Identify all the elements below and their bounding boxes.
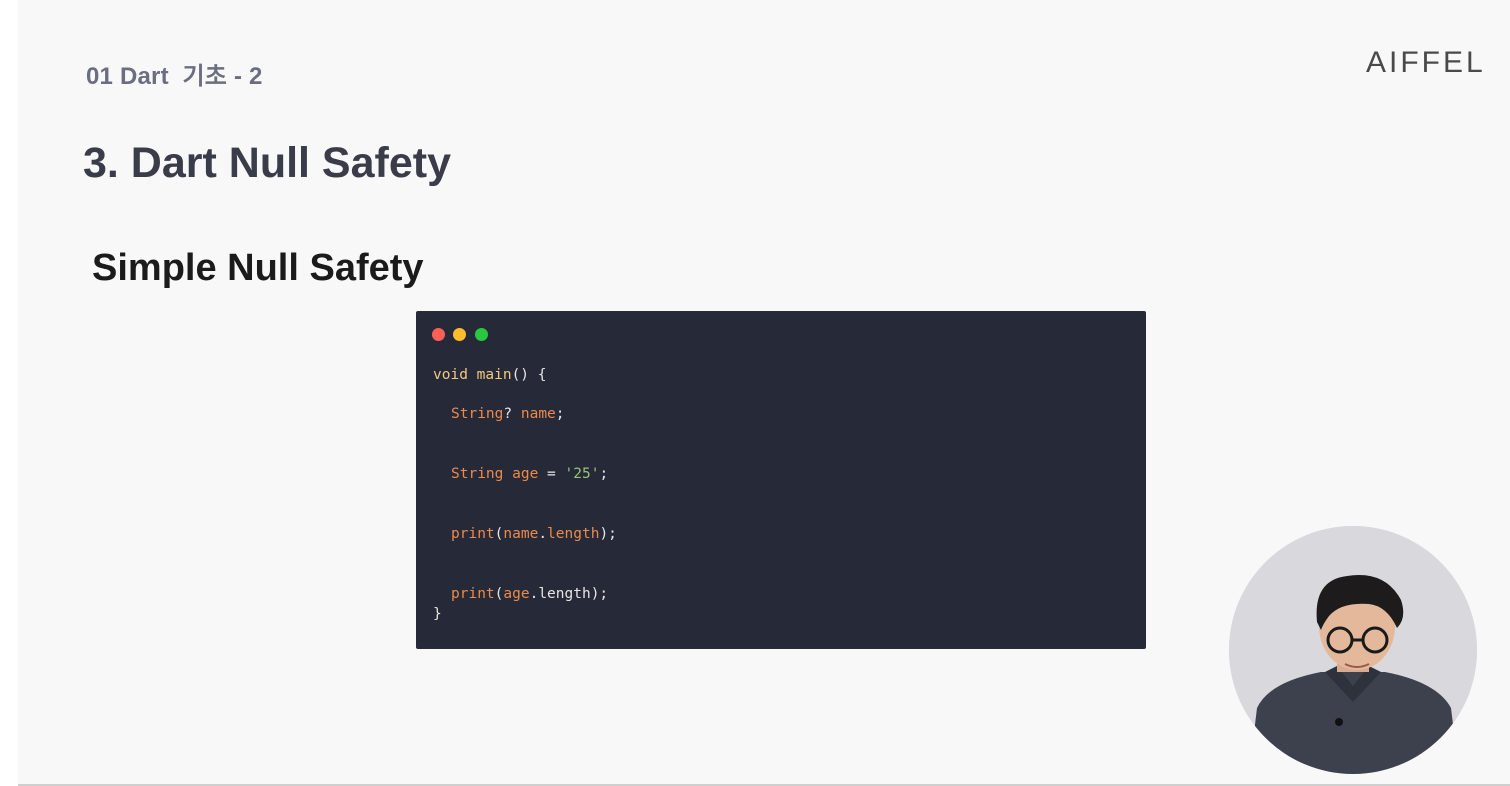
section-label: 01 Dart 기초 - 2 (86, 63, 263, 90)
code-line-name: String? name; (451, 406, 565, 422)
page-title: 3. Dart Null Safety (83, 139, 451, 187)
code-line-print-name: print(name.length); (451, 526, 617, 542)
code-token: '25' (564, 466, 600, 482)
code-token: age (503, 466, 539, 482)
maximize-dot-icon (475, 328, 488, 341)
code-token: name (520, 406, 556, 422)
code-token: . (538, 526, 548, 542)
code-token: print (451, 586, 495, 602)
code-token: length (547, 526, 600, 542)
close-dot-icon (432, 328, 445, 341)
code-token: ? (503, 406, 521, 422)
minimize-dot-icon (453, 328, 466, 341)
code-token: void (433, 367, 468, 383)
code-line-close: } (433, 606, 442, 622)
code-token: main (476, 367, 512, 383)
code-token: name (503, 526, 539, 542)
brand-logo: AIFFEL (1366, 46, 1486, 79)
code-line-main: void main() { (433, 367, 547, 383)
code-token: ; (555, 406, 565, 422)
code-token: .length); (529, 586, 609, 602)
code-token: String (451, 406, 504, 422)
code-token: String (451, 466, 504, 482)
code-line-print-age: print(age.length); (451, 586, 608, 602)
code-window: void main() { String? name; String age =… (416, 311, 1146, 649)
code-token: () { (511, 367, 547, 383)
code-token: = (538, 466, 565, 482)
code-token: ); (599, 526, 617, 542)
code-line-age: String age = '25'; (451, 466, 608, 482)
sub-title: Simple Null Safety (92, 247, 424, 289)
presenter-figure (1229, 526, 1477, 774)
code-token: ; (599, 466, 609, 482)
presenter-webcam-icon (1229, 526, 1477, 774)
code-token: print (451, 526, 495, 542)
code-token: age (503, 586, 530, 602)
